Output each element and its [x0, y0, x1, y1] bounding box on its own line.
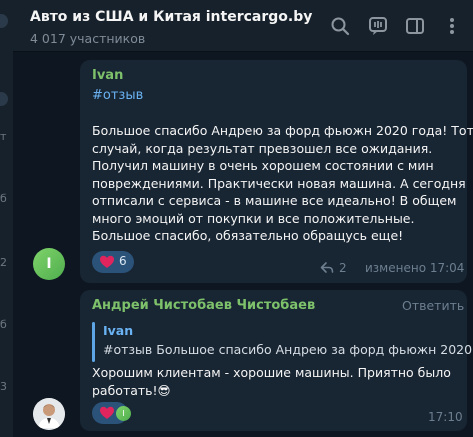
reactor-avatar: I — [116, 405, 131, 421]
message-line: случай, когда результат превзошел все ож… — [92, 140, 433, 156]
avatar[interactable] — [33, 398, 65, 430]
heart-icon — [100, 255, 114, 268]
message-line: Получил машину в очень хорошем состоянии… — [92, 158, 434, 173]
voice-chat-icon[interactable] — [367, 15, 389, 37]
avatar[interactable]: I — [33, 248, 65, 280]
chat-list-strip: т б 2 б 3 — [0, 0, 13, 437]
chat-list-avatar[interactable] — [0, 92, 8, 106]
chat-header[interactable]: Авто из США и Китая intercargo.by 4 017 … — [13, 0, 473, 52]
reply-button[interactable]: Ответить — [402, 298, 464, 313]
message-bubble[interactable]: Ivan #отзыв Большое спасибо Андрею за фо… — [80, 60, 473, 283]
chat-panel: Авто из США и Китая intercargo.by 4 017 … — [13, 0, 473, 437]
heart-reaction[interactable]: 6 — [92, 251, 134, 273]
message-line: Хорошим клиентам - хорошие машины. Прият… — [92, 365, 451, 380]
chat-list-fragment: б — [0, 192, 7, 205]
search-icon[interactable] — [329, 15, 351, 37]
message-bubble[interactable]: Андрей Чистобаев Чистобаев Ответить Ivan… — [80, 290, 473, 431]
chat-list-fragment: 3 — [0, 380, 7, 393]
quoted-text: #отзыв Большое спасибо Андрею за форд фь… — [103, 342, 473, 357]
message-line: Большое спасибо, обязательно обращусь ещ… — [92, 228, 404, 243]
sender-name[interactable]: Андрей Чистобаев Чистобаев — [92, 298, 315, 313]
heart-icon — [100, 406, 114, 419]
edited-timestamp: изменено 17:04 — [365, 261, 465, 275]
message-line: Большое спасибо Андрею за форд фьюжн 202… — [92, 123, 473, 138]
quote-bar — [92, 322, 95, 362]
replies-count[interactable]: 2 — [339, 261, 347, 275]
quoted-message[interactable]: Ivan #отзыв Большое спасибо Андрею за фо… — [92, 322, 473, 362]
chat-list-fragment: 2 — [0, 256, 7, 269]
hashtag-link[interactable]: #отзыв — [92, 88, 143, 103]
more-icon[interactable] — [441, 15, 463, 37]
chat-list-fragment: б — [0, 318, 7, 331]
message-line: отписали с сервиса - в машине все идеаль… — [92, 193, 457, 208]
message-line: повреждениями. Практически новая машина.… — [92, 175, 466, 191]
sender-name[interactable]: Ivan — [92, 68, 123, 83]
chat-list-fragment: т — [0, 130, 7, 143]
chat-title[interactable]: Авто из США и Китая intercargo.by — [30, 9, 312, 25]
sidebar-toggle-icon[interactable] — [404, 15, 426, 37]
message-line: много эмоций от покупки и все положитель… — [92, 210, 415, 226]
message-line: работать!😎 — [92, 382, 171, 398]
member-count: 4 017 участников — [30, 31, 146, 46]
message-timestamp: 17:10 — [428, 410, 463, 424]
quoted-sender: Ivan — [103, 323, 134, 338]
chat-list-avatar[interactable] — [0, 14, 8, 28]
reply-arrow-icon[interactable] — [320, 261, 334, 275]
reaction-count: 6 — [119, 254, 127, 268]
heart-reaction[interactable]: I — [92, 402, 131, 424]
